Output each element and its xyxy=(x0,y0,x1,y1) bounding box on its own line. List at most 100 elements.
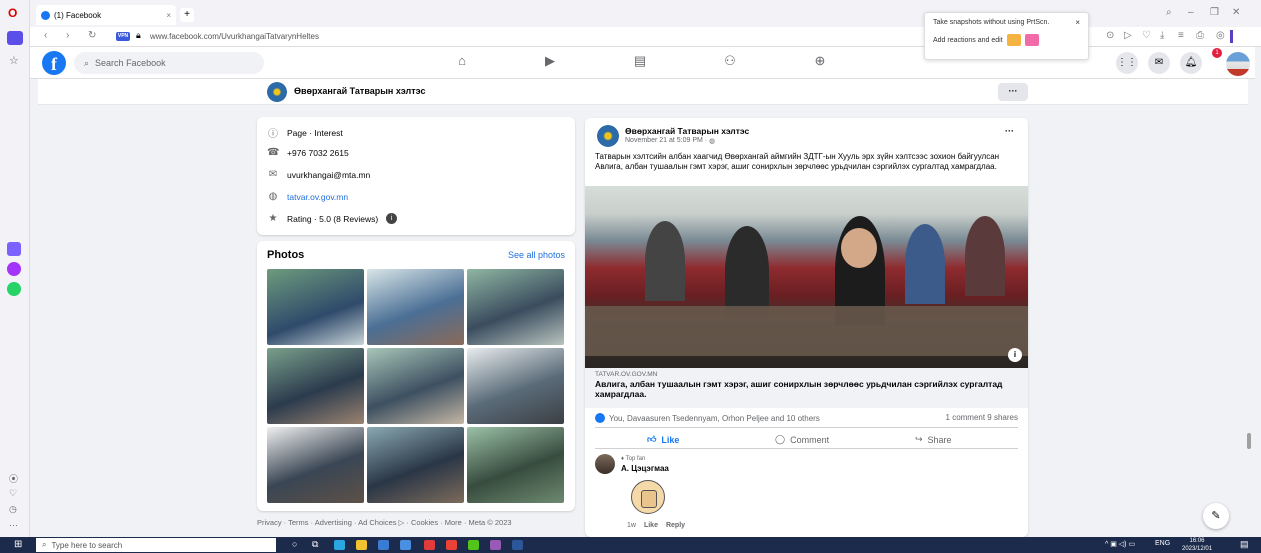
opera-taskbar-icon[interactable] xyxy=(424,540,435,550)
notifications-bell-icon[interactable]: 🔔︎ xyxy=(1180,52,1202,74)
rating-info-icon[interactable]: i xyxy=(386,213,398,224)
post-author[interactable]: Өвөрхангай Татварын хэлтэс xyxy=(625,126,749,136)
back-button[interactable]: ‹ xyxy=(44,30,47,41)
tab-facebook[interactable]: (1) Facebook × xyxy=(36,5,176,25)
app-icon[interactable] xyxy=(468,540,479,550)
see-all-photos-link[interactable]: See all photos xyxy=(508,250,565,260)
ad-info-icon[interactable]: i xyxy=(1008,348,1022,362)
taskbar-search[interactable]: ⌕ Type here to search xyxy=(36,538,276,552)
history-icon[interactable]: ◷ xyxy=(9,504,17,515)
comment-like-button[interactable]: Like xyxy=(644,522,658,529)
account-avatar[interactable] xyxy=(1226,52,1250,76)
download-icon[interactable]: ⤓ xyxy=(1160,30,1164,41)
language-indicator[interactable]: ENG xyxy=(1155,540,1170,547)
new-tab-button[interactable]: + xyxy=(180,8,194,22)
forward-button[interactable]: › xyxy=(66,30,69,41)
camera-icon[interactable]: ⊙ xyxy=(1106,30,1114,41)
video-nav-icon[interactable]: ▶ xyxy=(540,53,560,69)
post-more-button[interactable]: ··· xyxy=(1005,126,1014,136)
mail-icon[interactable] xyxy=(400,540,411,550)
photo-thumbnail[interactable] xyxy=(267,269,364,345)
page-title[interactable]: Өвөрхангай Татварын хэлтэс xyxy=(294,86,425,96)
workspace-icon[interactable] xyxy=(7,31,23,45)
home-icon[interactable]: ☆ xyxy=(9,54,19,67)
gaming-nav-icon[interactable]: ⊕ xyxy=(810,53,830,69)
cortana-icon[interactable]: ○ xyxy=(292,539,297,549)
player-icon[interactable]: ⦿ xyxy=(9,472,18,485)
photo-thumbnail[interactable] xyxy=(367,348,464,424)
page-scrollbar[interactable] xyxy=(1247,433,1251,449)
search-input[interactable]: ⌕ Search Facebook xyxy=(74,52,264,74)
extensions-icon[interactable]: ⎙ xyxy=(1196,30,1204,41)
post-time[interactable]: November 21 at 5:09 PM · xyxy=(625,137,707,145)
link-preview[interactable]: TATVAR.OV.GOV.MN Авлига, албан тушаалын … xyxy=(585,368,1028,408)
aria-icon[interactable] xyxy=(7,242,21,256)
page-footer-links[interactable]: Privacy · Terms · Advertising · Ad Choic… xyxy=(257,518,512,527)
close-tab-icon[interactable]: × xyxy=(166,11,171,20)
photo-thumbnail[interactable] xyxy=(267,348,364,424)
taskbar-clock[interactable]: 16:06 2023/12/01 xyxy=(1182,537,1212,553)
home-nav-icon[interactable]: ⌂ xyxy=(452,53,472,68)
messenger-icon[interactable] xyxy=(7,262,21,276)
page-more-button[interactable]: ··· xyxy=(998,83,1028,101)
heart-toolbar-icon[interactable]: ♡ xyxy=(1142,30,1151,41)
comment-button[interactable]: ◯ Comment xyxy=(775,434,829,445)
photo-thumbnail[interactable] xyxy=(367,427,464,503)
post-card: Өвөрхангай Татварын хэлтэс November 21 a… xyxy=(585,118,1028,537)
edge-icon[interactable] xyxy=(334,540,345,550)
vpn-badge[interactable]: VPN xyxy=(116,32,130,41)
chrome-icon[interactable] xyxy=(446,540,457,550)
photo-thumbnail[interactable] xyxy=(367,269,464,345)
heart-icon[interactable]: ♡ xyxy=(9,488,17,499)
like-button[interactable]: 👍︎ Like xyxy=(647,434,679,445)
share-button[interactable]: ↪ Share xyxy=(915,434,952,445)
facebook-logo-icon[interactable]: f xyxy=(42,51,66,75)
url-field[interactable]: www.facebook.com/UvurkhangaiTatvarynHelt… xyxy=(150,32,319,41)
intro-row-website[interactable]: ◍ tatvar.ov.gov.mn xyxy=(267,191,348,202)
photo-thumbnail[interactable] xyxy=(467,269,564,345)
page-avatar[interactable] xyxy=(267,82,287,102)
new-message-button[interactable]: ✎ xyxy=(1203,503,1229,529)
easy-setup-icon[interactable]: ≡ xyxy=(1178,30,1184,41)
send-icon[interactable]: ▷ xyxy=(1124,30,1132,41)
comment-reply-button[interactable]: Reply xyxy=(666,522,685,529)
store-icon[interactable] xyxy=(378,540,389,550)
sticker-thumbs-up xyxy=(623,476,675,518)
notification-center-icon[interactable]: ▤ xyxy=(1240,539,1249,550)
whatsapp-icon[interactable] xyxy=(7,282,21,296)
groups-nav-icon[interactable]: ⚇ xyxy=(720,53,740,69)
word-icon[interactable] xyxy=(512,540,523,550)
website-link[interactable]: tatvar.ov.gov.mn xyxy=(287,192,348,202)
photo-thumbnail[interactable] xyxy=(467,348,564,424)
file-explorer-icon[interactable] xyxy=(356,540,367,550)
reload-button[interactable]: ↻ xyxy=(88,30,96,41)
close-window-button[interactable]: ✕ xyxy=(1232,7,1240,18)
thumbs-up-icon: 👍︎ xyxy=(647,434,657,444)
maximize-button[interactable]: ❐ xyxy=(1210,7,1219,18)
more-icon[interactable]: ··· xyxy=(9,520,18,530)
reaction-summary[interactable]: You, Davaasuren Tsedennyam, Orhon Peljee… xyxy=(595,413,820,423)
photo-thumbnail[interactable] xyxy=(467,427,564,503)
opera-logo-icon[interactable]: O xyxy=(8,6,17,20)
commenter-name[interactable]: А. Цэцэгмаа xyxy=(621,464,669,473)
lock-icon[interactable]: 🔒︎ xyxy=(136,30,141,41)
search-tabs-icon[interactable]: ⌕ xyxy=(1166,7,1172,18)
photo-thumbnail[interactable] xyxy=(267,427,364,503)
comment-time[interactable]: 1w xyxy=(627,522,636,529)
system-tray-icons[interactable]: ^ ▣ ◁) ▭ xyxy=(1105,540,1135,548)
post-author-avatar[interactable] xyxy=(597,125,619,147)
edit-sticker-icon[interactable] xyxy=(1024,34,1039,46)
marketplace-nav-icon[interactable]: ▤ xyxy=(630,53,650,69)
windows-start-icon[interactable]: ⊞ xyxy=(14,539,22,550)
commenter-avatar[interactable] xyxy=(595,454,615,474)
app-icon[interactable] xyxy=(490,540,501,550)
popup-close-icon[interactable]: × xyxy=(1075,18,1080,27)
menu-grid-icon[interactable]: ⋮⋮ xyxy=(1116,52,1138,74)
reaction-sticker-icon[interactable] xyxy=(1006,34,1021,46)
wallet-icon[interactable]: ◎ xyxy=(1216,30,1225,41)
post-photo[interactable]: i xyxy=(585,186,1028,368)
messenger-button-icon[interactable]: ✉ xyxy=(1148,52,1170,74)
task-view-icon[interactable]: ⧉ xyxy=(312,539,318,550)
minimize-button[interactable]: – xyxy=(1188,7,1194,18)
comment-share-counts[interactable]: 1 comment 9 shares xyxy=(946,413,1018,422)
